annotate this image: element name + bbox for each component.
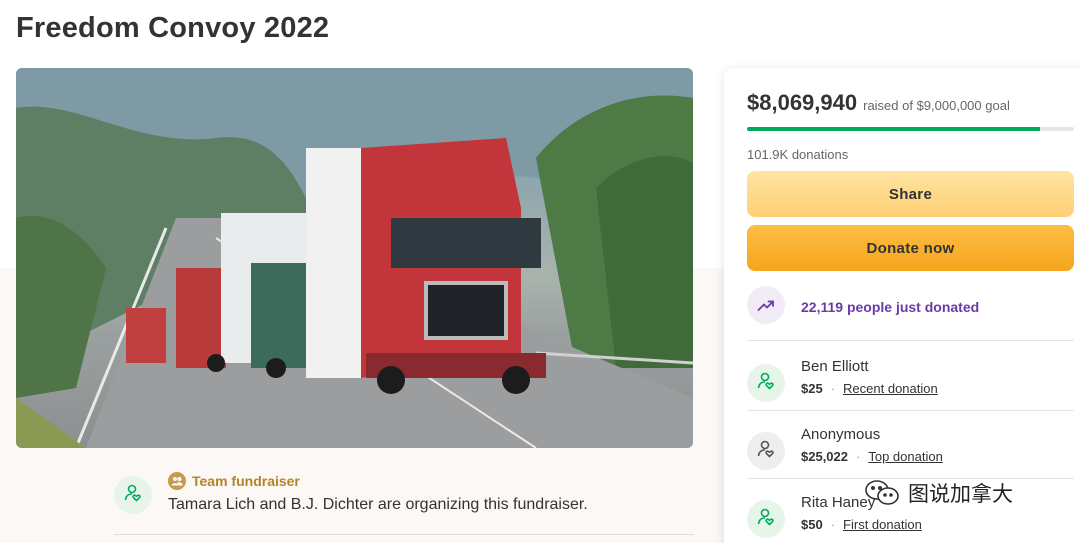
wechat-icon [862, 478, 902, 508]
separator-dot: · [830, 381, 836, 396]
donor-avatar [747, 432, 785, 470]
watermark-text: 图说加拿大 [908, 483, 1013, 506]
divider [114, 534, 694, 535]
progress-fill [747, 127, 1041, 131]
amount-raised: $8,069,940 raised of $9,000,000 goal [747, 90, 1010, 116]
separator-dot: · [856, 449, 861, 464]
donations-count: 101.9K donations [747, 147, 849, 162]
trending-up-icon [747, 286, 785, 324]
recent-donations-text: 22,119 people just donated [801, 299, 980, 315]
donation-item: Ben Elliott $25 · Recent donation [747, 358, 1074, 408]
donor-avatar [747, 500, 785, 538]
donation-amount: $25 [801, 381, 823, 396]
share-button[interactable]: Share [747, 171, 1074, 217]
team-fundraiser-label: Team fundraiser [192, 473, 300, 489]
organizer-section: Team fundraiser Tamara Lich and B.J. Dic… [114, 466, 694, 536]
campaign-hero-image [16, 68, 693, 448]
organizer-avatar[interactable] [114, 476, 152, 514]
organizer-description: Tamara Lich and B.J. Dichter are organiz… [168, 496, 588, 513]
page-title: Freedom Convoy 2022 [16, 12, 330, 44]
donor-name: Anonymous [801, 426, 881, 443]
top-donation-link[interactable]: Top donation [868, 449, 942, 464]
team-fundraiser-badge: Team fundraiser [168, 472, 300, 490]
person-heart-icon [756, 371, 776, 396]
donate-now-button[interactable]: Donate now [747, 225, 1074, 271]
first-donation-link[interactable]: First donation [843, 517, 922, 532]
goal-text: raised of $9,000,000 goal [863, 98, 1010, 113]
divider [747, 410, 1074, 411]
recent-donation-link[interactable]: Recent donation [843, 381, 938, 396]
progress-bar [747, 127, 1074, 131]
separator-dot: · [830, 517, 836, 532]
person-heart-icon [756, 439, 776, 464]
donor-name: Ben Elliott [801, 358, 869, 375]
person-heart-icon [123, 483, 143, 508]
donation-amount: $50 [801, 517, 823, 532]
divider [747, 340, 1074, 341]
raised-amount: $8,069,940 [747, 90, 858, 115]
donor-avatar [747, 364, 785, 402]
watermark: 图说加拿大 [862, 478, 1013, 508]
person-heart-icon [756, 507, 776, 532]
donation-item: Anonymous $25,022 · Top donation [747, 426, 1074, 476]
team-icon [168, 472, 186, 490]
donation-amount: $25,022 [801, 449, 848, 464]
recent-activity[interactable]: 22,119 people just donated [747, 286, 1074, 326]
